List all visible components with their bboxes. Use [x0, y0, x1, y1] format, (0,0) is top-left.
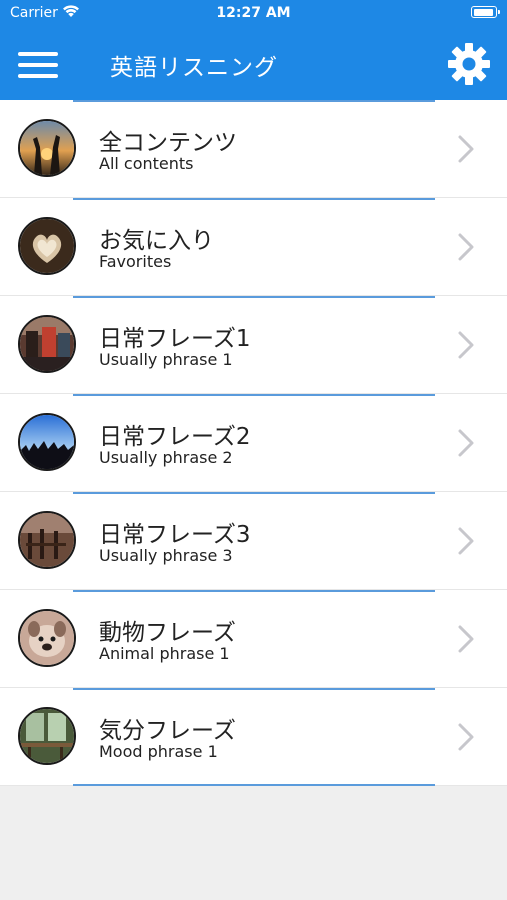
item-title: 日常フレーズ1 — [99, 326, 251, 352]
avatar-street-scene — [18, 315, 76, 373]
divider — [73, 100, 435, 102]
item-subtitle: Usually phrase 3 — [99, 546, 233, 565]
list-item-all-contents[interactable]: 全コンテンツ All contents — [0, 100, 507, 198]
divider — [73, 688, 435, 690]
item-subtitle: Usually phrase 1 — [99, 350, 233, 369]
divider — [73, 296, 435, 298]
avatar-window-cafe — [18, 707, 76, 765]
list-item-animal-phrase-1[interactable]: 動物フレーズ Animal phrase 1 — [0, 590, 507, 688]
chevron-right-icon — [458, 331, 474, 359]
status-bar: Carrier 12:27 AM — [0, 0, 507, 28]
item-subtitle: Animal phrase 1 — [99, 644, 230, 663]
item-title: 動物フレーズ — [99, 620, 236, 646]
list-item-usually-phrase-3[interactable]: 日常フレーズ3 Usually phrase 3 — [0, 492, 507, 590]
item-subtitle: All contents — [99, 154, 194, 173]
item-subtitle: Mood phrase 1 — [99, 742, 218, 761]
chevron-right-icon — [458, 429, 474, 457]
gear-icon[interactable] — [447, 42, 491, 86]
item-title: お気に入り — [99, 228, 214, 254]
avatar-concert-crowd — [18, 413, 76, 471]
divider — [73, 590, 435, 592]
divider — [73, 198, 435, 200]
chevron-right-icon — [458, 625, 474, 653]
chevron-right-icon — [458, 135, 474, 163]
avatar-heart-hands — [18, 217, 76, 275]
item-subtitle: Favorites — [99, 252, 172, 271]
item-subtitle: Usually phrase 2 — [99, 448, 233, 467]
category-list: 全コンテンツ All contents お気に入り Favorites 日常フレ… — [0, 100, 507, 786]
battery-icon — [471, 6, 500, 18]
hamburger-menu-icon[interactable] — [18, 50, 58, 80]
item-title: 日常フレーズ2 — [99, 424, 251, 450]
list-item-usually-phrase-2[interactable]: 日常フレーズ2 Usually phrase 2 — [0, 394, 507, 492]
divider — [73, 784, 435, 786]
list-item-mood-phrase-1[interactable]: 気分フレーズ Mood phrase 1 — [0, 688, 507, 786]
item-title: 気分フレーズ — [99, 718, 236, 744]
navigation-bar: 英語リスニング — [0, 28, 507, 100]
item-title: 全コンテンツ — [99, 130, 237, 156]
item-title: 日常フレーズ3 — [99, 522, 251, 548]
chevron-right-icon — [458, 723, 474, 751]
list-item-favorites[interactable]: お気に入り Favorites — [0, 198, 507, 296]
chevron-right-icon — [458, 527, 474, 555]
avatar-sunset-couple — [18, 119, 76, 177]
divider — [73, 394, 435, 396]
status-time: 12:27 AM — [216, 5, 291, 21]
divider — [73, 492, 435, 494]
chevron-right-icon — [458, 233, 474, 261]
page-title: 英語リスニング — [110, 55, 278, 81]
avatar-bulldog — [18, 609, 76, 667]
avatar-cafe-chairs — [18, 511, 76, 569]
list-item-usually-phrase-1[interactable]: 日常フレーズ1 Usually phrase 1 — [0, 296, 507, 394]
